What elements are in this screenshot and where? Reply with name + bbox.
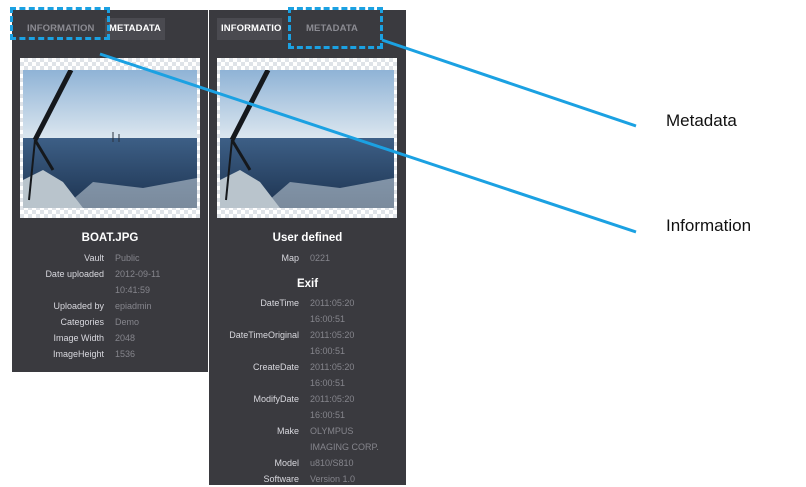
callout-line-metadata: [381, 38, 637, 128]
callout-line-information: [99, 52, 637, 234]
callout-label-metadata: Metadata: [666, 111, 737, 130]
callout-label-information: Information: [666, 216, 752, 235]
callout-lines: [99, 38, 637, 234]
